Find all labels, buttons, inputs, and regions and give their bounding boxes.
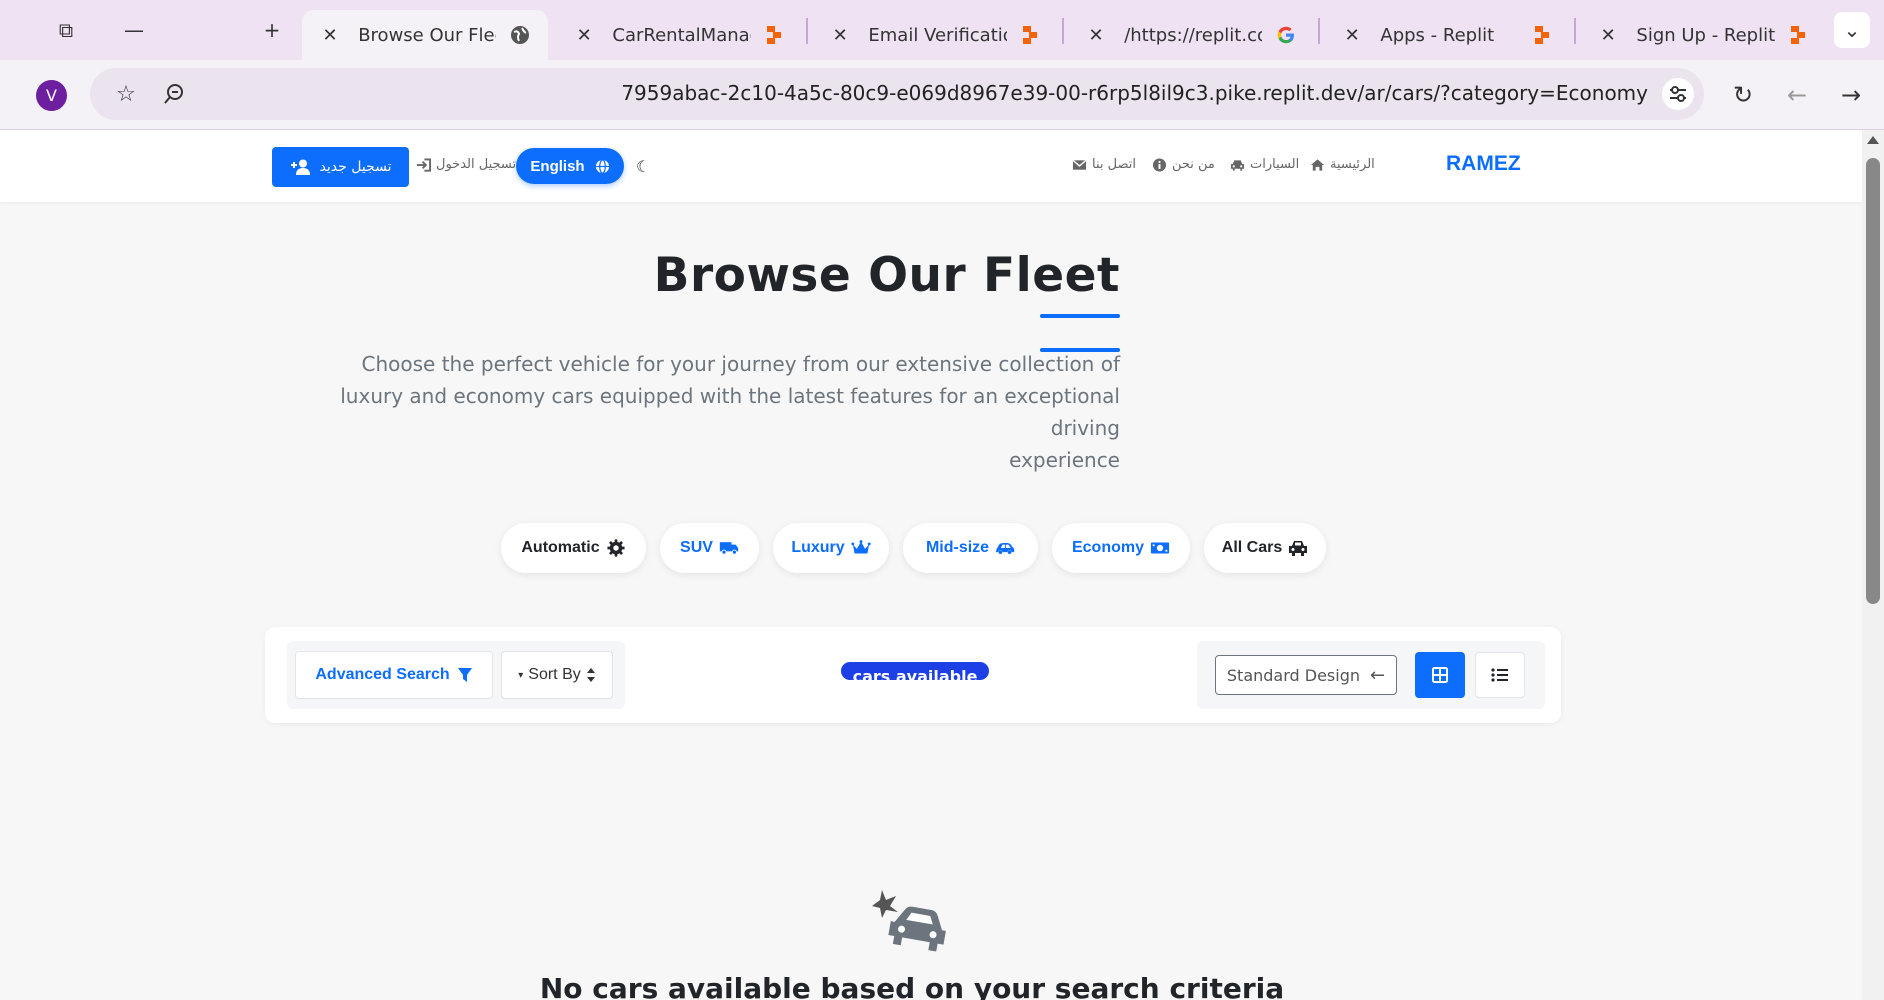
register-button[interactable]: تسجيل جديد <box>272 147 409 187</box>
user-plus-icon <box>290 159 310 175</box>
tab-browse-our-fleet[interactable]: ✕ Browse Our Fleet <box>302 10 548 60</box>
close-tab-icon[interactable]: ✕ <box>574 25 594 46</box>
search-controls: Advanced Search ▾ Sort By <box>287 641 625 709</box>
globe-icon <box>595 158 609 174</box>
cars-available-badge: cars available <box>841 662 989 680</box>
tab-separator <box>1318 18 1320 44</box>
minimize-icon[interactable]: — <box>116 12 152 48</box>
advanced-search-button[interactable]: Advanced Search <box>295 651 493 699</box>
google-icon <box>1276 25 1296 45</box>
url-text[interactable]: 7959abac-2c10-4a5c-80c9-e069d8967e39-00-… <box>621 81 1648 105</box>
close-tab-icon[interactable]: ✕ <box>320 25 340 46</box>
standard-design-button[interactable]: Standard Design ← <box>1215 655 1397 695</box>
web-page: RAMEZ الرئيسية السيارات من نحن اتصل بنا … <box>0 130 1862 1000</box>
scrollbar-thumb[interactable] <box>1866 158 1880 604</box>
list-icon <box>1491 668 1508 682</box>
zoom-icon[interactable] <box>158 78 190 110</box>
address-bar[interactable]: ☆ 7959abac-2c10-4a5c-80c9-e069d8967e39-0… <box>90 68 1704 120</box>
view-controls: Standard Design ← <box>1197 641 1545 709</box>
tab-email-verification[interactable]: ✕ Email Verification - <box>812 10 1058 60</box>
home-icon <box>1310 158 1325 171</box>
car-side-icon <box>995 543 1015 554</box>
envelope-icon <box>1072 159 1087 170</box>
site-navbar: RAMEZ الرئيسية السيارات من نحن اتصل بنا … <box>0 130 1862 202</box>
category-filters: All Cars Economy Mid-size Luxury SUV Aut… <box>0 523 1862 573</box>
category-suv-button[interactable]: SUV <box>660 523 759 573</box>
sort-by-dropdown[interactable]: ▾ Sort By <box>501 651 613 699</box>
grid-view-button[interactable] <box>1415 652 1465 698</box>
category-mid-size-button[interactable]: Mid-size <box>903 523 1038 573</box>
sign-in-icon <box>416 157 431 172</box>
car-crash-icon <box>872 890 946 952</box>
new-tab-icon[interactable]: + <box>254 12 290 48</box>
nav-link-home[interactable]: الرئيسية <box>1310 157 1375 172</box>
nav-link-cars[interactable]: السيارات <box>1230 157 1299 172</box>
car-icon <box>1289 541 1308 556</box>
grid-icon <box>1432 667 1448 683</box>
money-icon <box>1150 542 1170 554</box>
close-tab-icon[interactable]: ✕ <box>1598 25 1618 46</box>
info-icon <box>1153 158 1166 171</box>
hero-subtitle: Choose the perfect vehicle for your jour… <box>340 352 1120 472</box>
scroll-up-arrow-icon[interactable] <box>1867 136 1879 144</box>
site-settings-icon[interactable] <box>1662 78 1694 110</box>
tab-separator <box>1574 18 1576 44</box>
browser-tabstrip: ⧉ — + ✕ Browse Our Fleet ✕ CarRentalMana… <box>0 0 1884 60</box>
filter-icon <box>457 668 472 682</box>
tab-sign-up-replit[interactable]: ✕ Sign Up - Replit <box>1580 10 1826 60</box>
replit-icon <box>1789 25 1808 45</box>
tab-replit-com[interactable]: ✕ /https://replit.com/ <box>1068 10 1314 60</box>
crown-icon <box>851 540 871 554</box>
page-title: Browse Our Fleet <box>653 248 1120 303</box>
category-automatic-button[interactable]: Automatic <box>501 523 646 573</box>
profile-avatar[interactable]: V <box>36 80 67 111</box>
replit-icon <box>1021 25 1040 45</box>
tab-separator <box>806 18 808 44</box>
tab-search-chevron-icon[interactable]: ⌄ <box>1834 12 1870 48</box>
car-icon <box>1230 159 1245 171</box>
nav-link-about[interactable]: من نحن <box>1152 157 1215 172</box>
close-tab-icon[interactable]: ✕ <box>1086 25 1106 46</box>
back-arrow-icon[interactable]: ← <box>1780 78 1814 112</box>
reload-icon[interactable]: ↻ <box>1726 78 1760 112</box>
nav-link-contact[interactable]: اتصل بنا <box>1072 157 1136 172</box>
forward-arrow-icon[interactable]: → <box>1834 78 1868 112</box>
brand-logo[interactable]: RAMEZ <box>1446 152 1521 176</box>
category-economy-button[interactable]: Economy <box>1052 523 1190 573</box>
restore-window-icon[interactable]: ⧉ <box>48 12 84 48</box>
login-link[interactable]: تسجيل الدخول <box>416 157 516 172</box>
empty-state-message: No cars available based on your search c… <box>539 972 1285 1000</box>
tab-car-rental-manager[interactable]: ✕ CarRentalManager <box>556 10 802 60</box>
truck-icon <box>719 542 739 555</box>
gear-icon <box>607 539 625 557</box>
browser-toolbar: V ☆ 7959abac-2c10-4a5c-80c9-e069d8967e39… <box>0 60 1884 130</box>
category-all-cars-button[interactable]: All Cars <box>1204 523 1326 573</box>
sort-icon <box>586 668 595 682</box>
caret-down-icon: ▾ <box>518 669 524 681</box>
close-tab-icon[interactable]: ✕ <box>1342 25 1362 46</box>
dark-mode-toggle-icon[interactable]: ☾ <box>636 157 650 176</box>
language-switch-button[interactable]: English <box>516 148 624 184</box>
arrow-left-icon: ← <box>1370 664 1386 686</box>
category-luxury-button[interactable]: Luxury <box>773 523 889 573</box>
page-scrollbar[interactable] <box>1862 130 1884 1000</box>
globe-icon <box>510 25 530 45</box>
list-view-button[interactable] <box>1475 652 1525 698</box>
replit-icon <box>765 25 784 45</box>
star-icon[interactable]: ☆ <box>110 78 142 110</box>
tab-apps-replit[interactable]: ✕ Apps - Replit <box>1324 10 1570 60</box>
close-tab-icon[interactable]: ✕ <box>830 25 850 46</box>
results-toolbar: Advanced Search ▾ Sort By cars available… <box>265 627 1561 723</box>
tab-separator <box>1062 18 1064 44</box>
title-underline <box>1040 314 1120 318</box>
replit-icon <box>1533 25 1552 45</box>
